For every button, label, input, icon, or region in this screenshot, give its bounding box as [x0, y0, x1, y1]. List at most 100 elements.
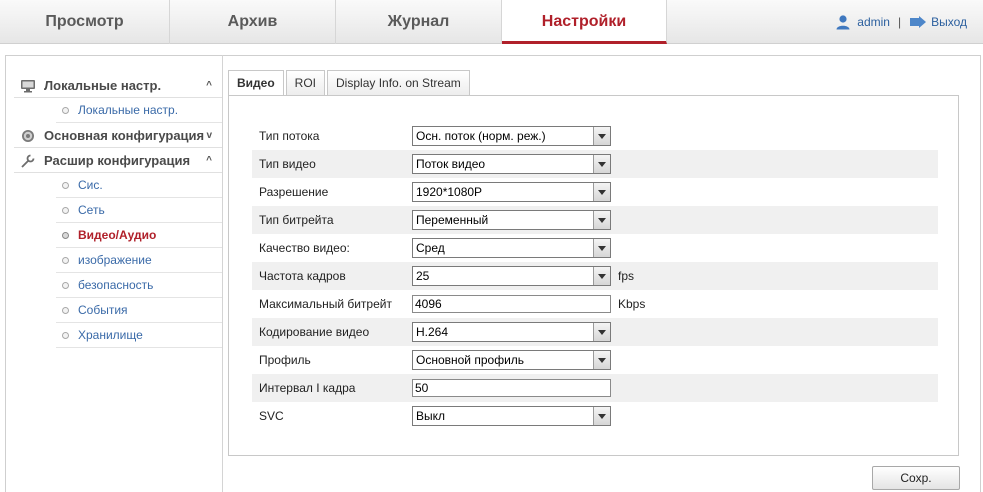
- sidebar-item-events[interactable]: События: [56, 298, 222, 323]
- select-value: Переменный: [416, 213, 489, 227]
- bullet-icon: [62, 107, 69, 114]
- chevron-down-icon[interactable]: v: [206, 123, 212, 148]
- sidebar-item-label: изображение: [78, 253, 152, 267]
- sidebar-item-label: Сис.: [78, 178, 103, 192]
- frame-rate-select[interactable]: 25: [412, 266, 611, 286]
- dropdown-arrow-icon[interactable]: [593, 211, 610, 229]
- field-label: Профиль: [259, 353, 311, 367]
- row-profile: Профиль Основной профиль: [252, 346, 938, 374]
- sidebar-item-storage[interactable]: Хранилище: [56, 323, 222, 348]
- svc-select[interactable]: Выкл: [412, 406, 611, 426]
- dropdown-arrow-icon[interactable]: [593, 407, 610, 425]
- sidebar-item-label: Сеть: [78, 203, 105, 217]
- username: admin: [857, 15, 890, 29]
- i-frame-interval-input[interactable]: [412, 379, 611, 397]
- sidebar-item-label: События: [78, 303, 128, 317]
- sidebar-item-image[interactable]: изображение: [56, 248, 222, 273]
- row-video-quality: Качество видео: Сред: [252, 234, 938, 262]
- dropdown-arrow-icon[interactable]: [593, 183, 610, 201]
- dropdown-arrow-icon[interactable]: [593, 239, 610, 257]
- sidebar-item-label: безопасность: [78, 278, 154, 292]
- dropdown-arrow-icon[interactable]: [593, 267, 610, 285]
- frame-rate-unit: fps: [618, 269, 635, 283]
- field-label: Качество видео:: [259, 241, 350, 255]
- video-quality-select[interactable]: Сред: [412, 238, 611, 258]
- sidebar-group-label: Расшир конфигурация: [44, 153, 191, 168]
- max-bitrate-input[interactable]: [412, 295, 611, 313]
- field-label: Кодирование видео: [259, 325, 370, 339]
- gear-icon: [22, 130, 34, 142]
- sidebar-item-local-settings[interactable]: Локальные настр.: [56, 98, 222, 123]
- chevron-up-icon[interactable]: ^: [206, 148, 212, 173]
- sidebar-item-label: Видео/Аудио: [78, 228, 157, 242]
- video-settings-panel: Тип потока Осн. поток (норм. реж.) Тип в…: [228, 95, 959, 456]
- dropdown-arrow-icon[interactable]: [593, 127, 610, 145]
- save-button[interactable]: Сохр.: [872, 466, 960, 490]
- sidebar: Локальные настр. ^ Локальные настр. Осно…: [14, 73, 222, 348]
- field-label: SVC: [259, 409, 284, 423]
- tab-archive[interactable]: Архив: [170, 0, 336, 44]
- stream-type-select[interactable]: Осн. поток (норм. реж.): [412, 126, 611, 146]
- row-bitrate-type: Тип битрейта Переменный: [252, 206, 938, 234]
- sidebar-group-label: Основная конфигурация: [44, 128, 205, 143]
- row-stream-type: Тип потока Осн. поток (норм. реж.): [252, 122, 938, 150]
- sidebar-item-security[interactable]: безопасность: [56, 273, 222, 298]
- tab-log[interactable]: Журнал: [336, 0, 502, 44]
- profile-select[interactable]: Основной профиль: [412, 350, 611, 370]
- dropdown-arrow-icon[interactable]: [593, 351, 610, 369]
- logout-icon[interactable]: [909, 15, 927, 29]
- sidebar-group-label: Локальные настр.: [44, 78, 162, 93]
- field-label: Тип видео: [259, 157, 316, 171]
- bullet-icon: [62, 257, 69, 264]
- tab-preview[interactable]: Просмотр: [0, 0, 170, 44]
- bullet-icon: [62, 182, 69, 189]
- bullet-icon: [62, 207, 69, 214]
- settings-form: Тип потока Осн. поток (норм. реж.) Тип в…: [252, 122, 938, 430]
- tab-settings[interactable]: Настройки: [502, 0, 667, 44]
- tab-video[interactable]: Видео: [228, 70, 284, 96]
- select-value: H.264: [416, 325, 449, 339]
- dropdown-arrow-icon[interactable]: [593, 155, 610, 173]
- top-navigation-bar: Просмотр Архив Журнал Настройки admin | …: [0, 0, 983, 44]
- tab-roi[interactable]: ROI: [285, 70, 326, 96]
- row-max-bitrate: Максимальный битрейт Kbps: [252, 290, 938, 318]
- bullet-icon: [62, 232, 69, 239]
- bullet-icon: [62, 282, 69, 289]
- row-frame-rate: Частота кадров 25 fps: [252, 262, 938, 290]
- dropdown-arrow-icon[interactable]: [593, 323, 610, 341]
- sidebar-item-system[interactable]: Сис.: [56, 173, 222, 198]
- sidebar-group-local[interactable]: Локальные настр. ^: [14, 73, 222, 98]
- field-label: Частота кадров: [259, 269, 346, 283]
- video-type-select[interactable]: Поток видео: [412, 154, 611, 174]
- sidebar-item-network[interactable]: Сеть: [56, 198, 222, 223]
- chevron-up-icon[interactable]: ^: [206, 73, 212, 98]
- max-bitrate-unit: Kbps: [618, 297, 646, 311]
- sidebar-item-label: Локальные настр.: [78, 103, 179, 117]
- video-encoding-select[interactable]: H.264: [412, 322, 611, 342]
- resolution-select[interactable]: 1920*1080P: [412, 182, 611, 202]
- sidebar-item-label: Хранилище: [78, 328, 143, 342]
- select-value: Выкл: [416, 409, 446, 423]
- row-resolution: Разрешение 1920*1080P: [252, 178, 938, 206]
- select-value: Осн. поток (норм. реж.): [416, 129, 546, 143]
- logout-link[interactable]: Выход: [931, 15, 967, 29]
- select-value: Поток видео: [416, 157, 486, 171]
- field-label: Тип битрейта: [259, 213, 334, 227]
- field-label: Тип потока: [259, 129, 320, 143]
- sidebar-group-advanced[interactable]: Расшир конфигурация ^: [14, 148, 222, 173]
- row-video-encoding: Кодирование видео H.264: [252, 318, 938, 346]
- sidebar-group-basic[interactable]: Основная конфигурация v: [14, 123, 222, 148]
- bullet-icon: [62, 332, 69, 339]
- bitrate-type-select[interactable]: Переменный: [412, 210, 611, 230]
- tab-display-info[interactable]: Display Info. on Stream: [327, 70, 470, 96]
- field-label: Максимальный битрейт: [259, 297, 392, 311]
- select-value: Сред: [416, 241, 445, 255]
- sidebar-sublist-advanced: Сис. Сеть Видео/Аудио изображение безопа…: [14, 173, 222, 348]
- row-svc: SVC Выкл: [252, 402, 938, 430]
- content-subtabs: Видео ROI Display Info. on Stream: [228, 70, 472, 96]
- sidebar-item-video-audio[interactable]: Видео/Аудио: [56, 223, 222, 248]
- select-value: 1920*1080P: [416, 185, 483, 199]
- bullet-icon: [62, 307, 69, 314]
- user-box: admin | Выход: [835, 0, 967, 44]
- sidebar-divider: [222, 55, 223, 492]
